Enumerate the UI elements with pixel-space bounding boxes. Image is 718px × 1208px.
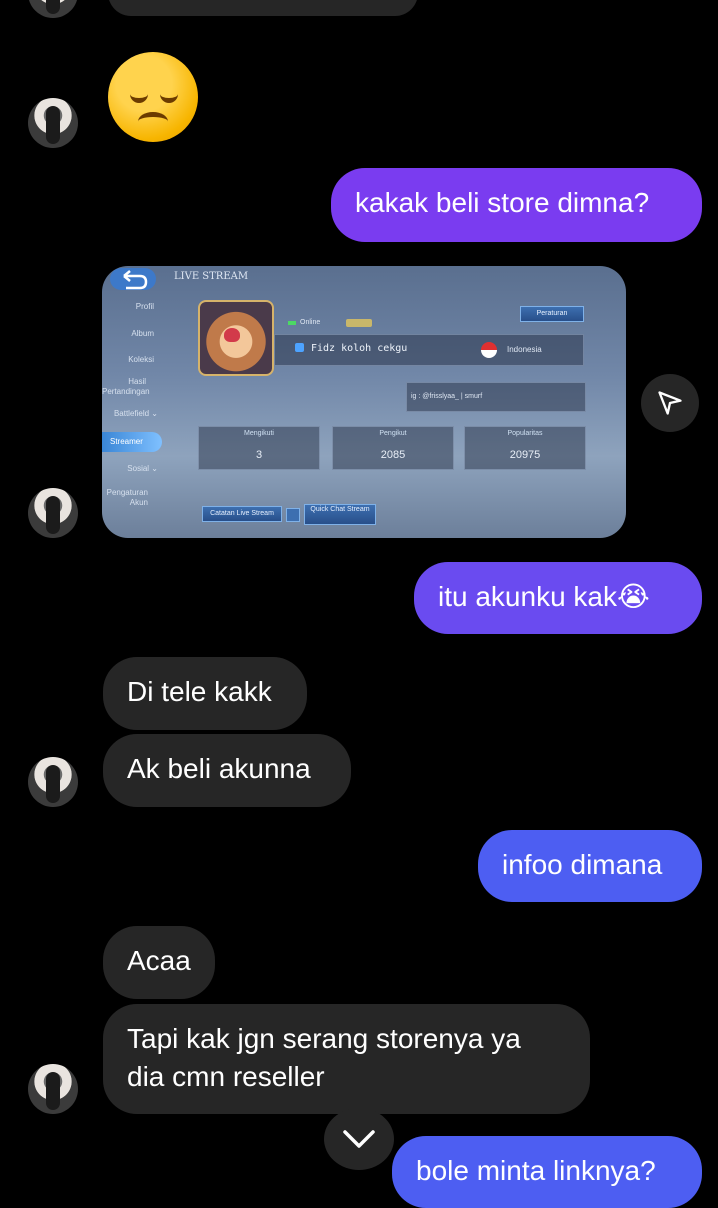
stat-value: 2085 [380, 449, 406, 461]
player-name-panel: Fidz koloh cekgu Indonesia [274, 334, 584, 366]
avatar[interactable] [28, 98, 78, 148]
sidebar-item: Sosial ⌄ [127, 464, 158, 473]
incoming-message[interactable]: Di tele kakk [103, 657, 307, 730]
stat-panel: Pengikut 2085 [332, 426, 454, 470]
scroll-down-button[interactable] [324, 1108, 394, 1170]
rank-badge [346, 319, 372, 327]
stat-label: Popularitas [507, 430, 543, 437]
flag-icon [481, 342, 497, 358]
screen-header: LIVE STREAM [174, 271, 249, 282]
rules-button[interactable]: Peraturan [520, 306, 584, 322]
sidebar-item: Pengaturan Akun [106, 488, 148, 507]
avatar[interactable] [28, 0, 78, 18]
pencil-icon [286, 508, 300, 522]
incoming-message[interactable]: Tapi kak jgn serang storenya ya dia cmn … [103, 1004, 590, 1114]
avatar[interactable] [28, 488, 78, 538]
outgoing-message[interactable]: itu akunku kak😭 [414, 562, 702, 634]
stat-label: Mengikuti [244, 430, 274, 437]
player-avatar [198, 300, 274, 376]
sidebar-item: Streamer [110, 437, 143, 446]
sidebar-item: Battlefield ⌄ [113, 409, 158, 418]
quick-chat-stream-button[interactable]: Quick Chat Stream [304, 504, 376, 525]
gender-icon [295, 343, 304, 352]
avatar[interactable] [28, 757, 78, 807]
sidebar-item: Koleksi [128, 355, 154, 364]
cropped-message-bubble [108, 0, 418, 16]
stat-label: Pengikut [379, 430, 407, 437]
sidebar-item: Profil [135, 302, 154, 311]
outgoing-message[interactable]: bole minta linknya? [392, 1136, 702, 1208]
bio-text: ig : @frisslyaa_ | smurf [411, 393, 483, 400]
back-arrow-icon [110, 268, 156, 290]
disappointed-face-emoji [108, 52, 198, 142]
bio-panel: ig : @frisslyaa_ | smurf [406, 382, 586, 412]
stat-value: 20975 [509, 449, 541, 461]
share-button[interactable] [641, 374, 699, 432]
stat-panel: Mengikuti 3 [198, 426, 320, 470]
country-label: Indonesia [507, 345, 542, 354]
sidebar-item: Hasil Pertandingan [102, 377, 150, 396]
sidebar-item-streamer-active: Streamer [102, 432, 162, 452]
incoming-message[interactable]: Acaa [103, 926, 215, 999]
stat-value: 3 [255, 449, 263, 461]
avatar[interactable] [28, 1064, 78, 1114]
sidebar-item: Album [131, 329, 154, 338]
shared-game-screenshot[interactable]: LIVE STREAM Profil Album Koleksi Hasil P… [102, 266, 626, 538]
outgoing-message[interactable]: infoo dimana [478, 830, 702, 902]
paper-plane-icon [658, 391, 682, 415]
live-stream-history-button[interactable]: Catatan Live Stream [202, 506, 282, 522]
outgoing-message[interactable]: kakak beli store dimna? [331, 168, 702, 242]
chevron-down-icon [343, 1130, 375, 1148]
status-label: Online [300, 319, 321, 326]
stat-panel: Popularitas 20975 [464, 426, 586, 470]
player-name: Fidz koloh cekgu [311, 343, 408, 354]
online-indicator [288, 321, 296, 325]
incoming-message[interactable]: Ak beli akunna [103, 734, 351, 807]
